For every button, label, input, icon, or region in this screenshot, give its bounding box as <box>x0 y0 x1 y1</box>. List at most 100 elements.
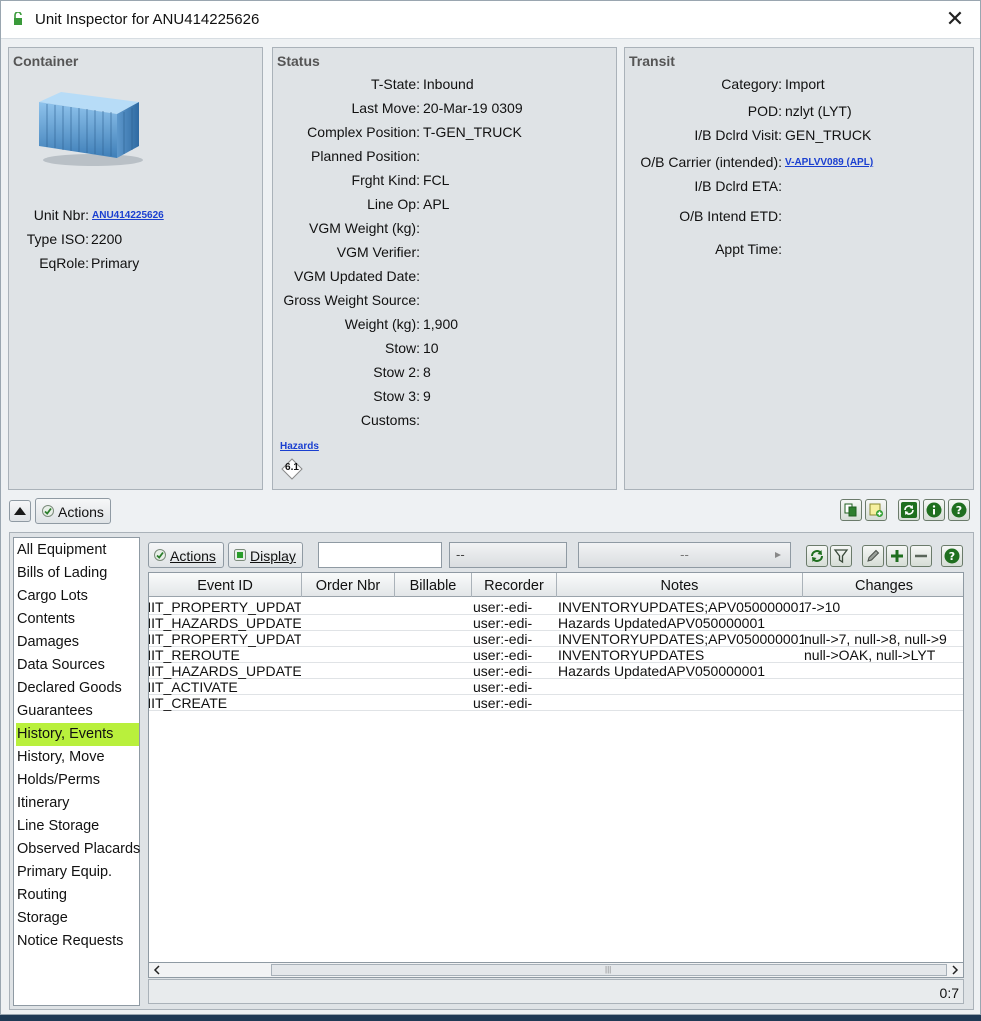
filter-combo-1[interactable]: -- <box>449 542 567 568</box>
table-row[interactable]: NIT_REROUTE user:-edi- INVENTORYUPDATES nul… <box>149 647 963 663</box>
scroll-right-icon <box>952 965 959 975</box>
nav-item-bills-of-lading[interactable]: Bills of Lading <box>16 562 139 585</box>
nav-item-observed-placards[interactable]: Observed Placards <box>16 838 140 861</box>
cell-event-id: NIT_HAZARDS_UPDATE <box>148 615 301 631</box>
status-label-planned-position: Planned Position: <box>311 148 420 164</box>
table-row[interactable]: NIT_HAZARDS_UPDATE user:-edi- Hazards Upda… <box>148 663 963 679</box>
display-button[interactable]: Display <box>228 542 303 568</box>
status-label-stow-2: Stow 2: <box>373 364 420 380</box>
cell-billable <box>397 679 471 695</box>
nav-item-cargo-lots[interactable]: Cargo Lots <box>16 585 139 608</box>
unit-inspector-window: Unit Inspector for ANU414225626 ✕ Contai… <box>0 0 981 1015</box>
add-button[interactable] <box>886 545 908 567</box>
close-icon[interactable]: ✕ <box>940 5 970 35</box>
transit-label-category: Category: <box>721 76 782 92</box>
nav-item-contents[interactable]: Contents <box>16 608 139 631</box>
cell-recorder: user:-edi- <box>473 599 533 615</box>
edit-button[interactable] <box>862 545 884 567</box>
column-header-order-nbr[interactable]: Order Nbr <box>302 573 395 597</box>
table-row[interactable]: NIT_ACTIVATE user:-edi- <box>149 679 963 695</box>
refresh-button-top[interactable] <box>898 499 920 521</box>
events-actions-button[interactable]: Actions <box>148 542 224 568</box>
nav-item-primary-equip[interactable]: Primary Equip. <box>16 861 139 884</box>
column-header-recorder[interactable]: Recorder <box>472 573 557 597</box>
cell-changes <box>804 663 963 679</box>
cell-billable <box>397 631 471 647</box>
help-button-top[interactable]: ? <box>948 499 970 521</box>
copy-button[interactable] <box>840 499 862 521</box>
table-row[interactable]: NIT_CREATE user:-edi- <box>149 695 963 711</box>
nav-item-data-sources[interactable]: Data Sources <box>16 654 139 677</box>
transit-label-appt-time: Appt Time: <box>715 241 782 257</box>
table-row[interactable]: NIT_PROPERTY_UPDATE user:-edi- INVENTORYUP… <box>149 599 963 615</box>
cell-notes: Hazards UpdatedAPV050000001 <box>558 663 766 679</box>
nav-item-line-storage[interactable]: Line Storage <box>16 815 139 838</box>
cell-order-nbr <box>304 663 394 679</box>
display-label: Display <box>250 548 296 564</box>
filter-button[interactable] <box>830 545 852 567</box>
status-value-frght-kind: FCL <box>423 172 450 188</box>
nav-item-notice-requests[interactable]: Notice Requests <box>16 930 139 953</box>
column-header-changes[interactable]: Changes <box>803 573 963 597</box>
collapse-button[interactable] <box>9 500 31 522</box>
hazards-link[interactable]: Hazards <box>280 441 319 452</box>
status-label-line-op: Line Op: <box>367 196 420 212</box>
search-input[interactable] <box>318 542 442 568</box>
transit-value-category: Import <box>785 76 825 92</box>
nav-item-history-events[interactable]: History, Events <box>16 723 139 746</box>
horizontal-scrollbar[interactable]: ||| <box>148 962 964 978</box>
cell-billable <box>397 663 471 679</box>
refresh-icon <box>901 502 917 518</box>
svg-text:?: ? <box>949 550 955 563</box>
nav-item-damages[interactable]: Damages <box>16 631 139 654</box>
unit-nbr-link[interactable]: ANU414225626 <box>92 210 164 221</box>
status-value-weight-kg: 1,900 <box>423 316 459 332</box>
status-panel: Status T-State: Inbound Last Move: 20-Mar-1… <box>272 47 617 490</box>
help-button[interactable]: ? <box>941 545 963 567</box>
column-header-event-id[interactable]: Event ID <box>149 573 302 597</box>
actions-menu-button[interactable]: Actions <box>35 498 111 524</box>
cell-notes: Hazards UpdatedAPV050000001 <box>558 615 766 631</box>
refresh-button[interactable] <box>806 545 828 567</box>
status-label-vgm-verifier: VGM Verifier: <box>336 244 420 260</box>
cell-billable <box>397 615 471 631</box>
cell-order-nbr <box>304 615 394 631</box>
remove-button[interactable] <box>910 545 932 567</box>
cell-event-id: NIT_HAZARDS_UPDATE <box>148 663 301 679</box>
status-value-stow: 10 <box>423 340 439 356</box>
scroll-thumb[interactable]: ||| <box>271 964 947 976</box>
transit-value-pod: nzlyt (LYT) <box>785 103 852 119</box>
column-header-billable[interactable]: Billable <box>395 573 472 597</box>
events-table-header: Event ID Order Nbr Billable Recorder Not… <box>149 573 963 597</box>
info-icon <box>926 502 942 518</box>
cell-changes: null->OAK, null->LYT <box>804 647 936 663</box>
cell-notes: INVENTORYUPDATES;APV050000001 <box>558 599 804 615</box>
status-value-last-move: 20-Mar-19 0309 <box>423 100 523 116</box>
nav-item-holds-perms[interactable]: Holds/Perms <box>16 769 139 792</box>
nav-item-all-equipment[interactable]: All Equipment <box>16 539 139 562</box>
info-button[interactable] <box>923 499 945 521</box>
hazard-class: 6.1 <box>285 462 299 473</box>
nav-item-itinerary[interactable]: Itinerary <box>16 792 139 815</box>
column-header-notes[interactable]: Notes <box>557 573 803 597</box>
table-row[interactable]: NIT_HAZARDS_UPDATE user:-edi- Hazards Upda… <box>148 615 963 631</box>
triangle-up-icon <box>14 507 26 515</box>
unit-nbr-label: Unit Nbr: <box>33 207 89 223</box>
cell-order-nbr <box>304 647 394 663</box>
transit-panel: Transit Category: Import POD: nzlyt (LYT) I/… <box>624 47 974 490</box>
filter-combo-2-value: -- <box>680 547 689 562</box>
add-note-button[interactable] <box>865 499 887 521</box>
nav-item-storage[interactable]: Storage <box>16 907 139 930</box>
table-row[interactable]: NIT_PROPERTY_UPDATE user:-edi- INVENTORYUP… <box>148 631 963 647</box>
status-label-vgm-updated-date: VGM Updated Date: <box>293 268 420 284</box>
status-label-last-move: Last Move: <box>351 100 420 116</box>
ob-carrier-link[interactable]: V-APLVV089 (APL) <box>785 157 873 168</box>
nav-item-routing[interactable]: Routing <box>16 884 139 907</box>
nav-item-declared-goods[interactable]: Declared Goods <box>16 677 139 700</box>
nav-item-history-move[interactable]: History, Move <box>16 746 139 769</box>
filter-combo-2[interactable]: -- <box>578 542 791 568</box>
cell-event-id: NIT_PROPERTY_UPDATE <box>148 631 301 647</box>
nav-item-guarantees[interactable]: Guarantees <box>16 700 139 723</box>
eqrole-value: Primary <box>91 255 140 271</box>
eqrole-label: EqRole: <box>39 255 89 271</box>
